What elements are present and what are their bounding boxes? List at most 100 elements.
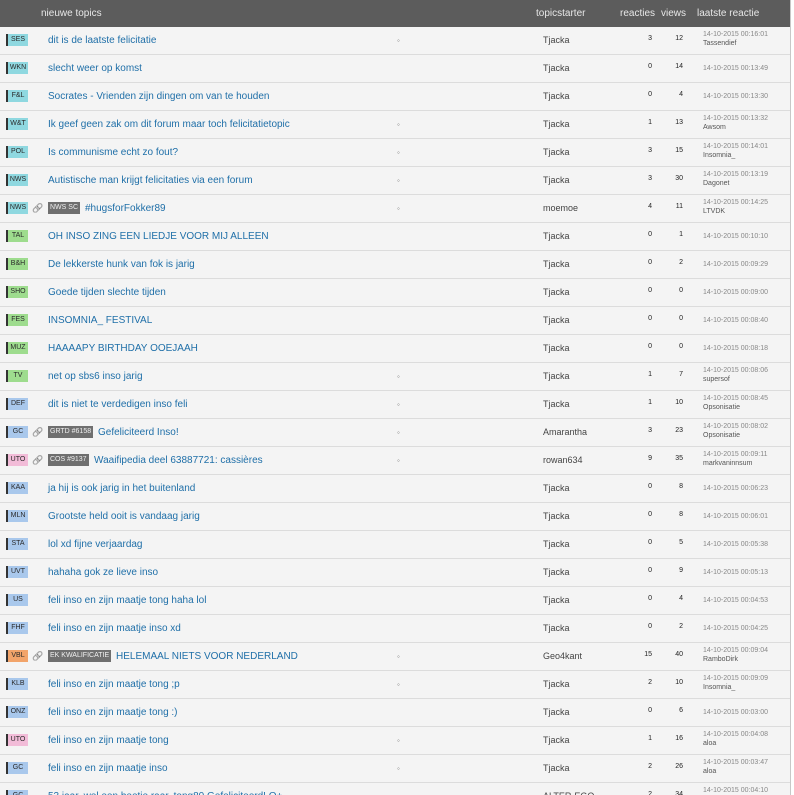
last-reply-time[interactable]: 14-10-2015 00:05:38 <box>703 540 768 549</box>
category-badge[interactable]: GC <box>6 762 28 774</box>
last-reply-time[interactable]: 14-10-2015 00:13:30 <box>703 92 768 101</box>
last-page-icon[interactable]: ◦ <box>397 734 400 747</box>
topic-starter-link[interactable]: Tjacka <box>543 398 570 411</box>
topic-starter-link[interactable]: Tjacka <box>543 510 570 523</box>
last-reply-time[interactable]: 14-10-2015 00:14:25 <box>703 198 768 207</box>
topic-starter-link[interactable]: Tjacka <box>543 146 570 159</box>
topic-starter-link[interactable]: Tjacka <box>543 734 570 747</box>
topic-starter-link[interactable]: Tjacka <box>543 594 570 607</box>
last-reply-time[interactable]: 14-10-2015 00:08:18 <box>703 344 768 353</box>
topic-title-link[interactable]: Grootste held ooit is vandaag jarig <box>48 510 200 523</box>
category-badge[interactable]: SES <box>6 34 28 46</box>
topic-row[interactable]: FHF feli inso en zijn maatje inso xd Tjack… <box>0 615 790 643</box>
last-reply-time[interactable]: 14-10-2015 00:04:25 <box>703 624 768 633</box>
topic-row[interactable]: W&T Ik geef geen zak om dit forum maar to… <box>0 111 790 139</box>
topic-title-link[interactable]: feli inso en zijn maatje inso <box>48 762 168 775</box>
topic-title-link[interactable]: INSOMNIA_ FESTIVAL <box>48 314 152 327</box>
category-badge[interactable]: VBL <box>6 650 28 662</box>
last-page-icon[interactable]: ◦ <box>397 174 400 187</box>
last-page-icon[interactable]: ◦ <box>397 762 400 775</box>
topic-starter-link[interactable]: Tjacka <box>543 34 570 47</box>
topic-title-link[interactable]: De lekkerste hunk van fok is jarig <box>48 258 195 271</box>
topic-starter-link[interactable]: Tjacka <box>543 230 570 243</box>
last-reply-time[interactable]: 14-10-2015 00:09:11 <box>703 450 767 459</box>
last-reply-time[interactable]: 14-10-2015 00:13:19 <box>703 170 768 179</box>
topic-starter-link[interactable]: Tjacka <box>543 566 570 579</box>
category-badge[interactable]: WKN <box>6 62 28 74</box>
category-badge[interactable]: GC <box>6 426 28 438</box>
last-page-icon[interactable]: ◦ <box>397 426 400 439</box>
last-page-icon[interactable]: ◦ <box>397 202 400 215</box>
last-page-icon[interactable]: ◦ <box>397 678 400 691</box>
category-badge[interactable]: KAA <box>6 482 28 494</box>
last-reply-time[interactable]: 14-10-2015 00:04:08 <box>703 730 768 739</box>
last-reply-user[interactable]: Opsonisatie <box>703 403 740 412</box>
topic-starter-link[interactable]: Tjacka <box>543 538 570 551</box>
topic-starter-link[interactable]: Tjacka <box>543 314 570 327</box>
last-page-icon[interactable]: ◦ <box>397 370 400 383</box>
last-reply-time[interactable]: 14-10-2015 00:09:09 <box>703 674 768 683</box>
topic-title-link[interactable]: feli inso en zijn maatje tong haha lol <box>48 594 206 607</box>
topic-starter-link[interactable]: Tjacka <box>543 286 570 299</box>
last-reply-time[interactable]: 14-10-2015 00:09:29 <box>703 260 768 269</box>
last-reply-time[interactable]: 14-10-2015 00:04:53 <box>703 596 768 605</box>
category-badge[interactable]: NWS <box>6 202 28 214</box>
topic-title-link[interactable]: feli inso en zijn maatje inso xd <box>48 622 181 635</box>
category-badge[interactable]: W&T <box>6 118 28 130</box>
topic-starter-link[interactable]: Tjacka <box>543 370 570 383</box>
topic-row[interactable]: UTO feli inso en zijn maatje tong ◦ Tjacka 1… <box>0 727 790 755</box>
topic-starter-link[interactable]: Tjacka <box>543 174 570 187</box>
last-reply-time[interactable]: 14-10-2015 00:08:06 <box>703 366 768 375</box>
last-reply-user[interactable]: Tassendief <box>703 39 736 48</box>
topic-title-link[interactable]: Goede tijden slechte tijden <box>48 286 166 299</box>
topic-tag[interactable]: NWS SC <box>48 202 80 214</box>
last-reply-time[interactable]: 14-10-2015 00:06:01 <box>703 512 768 521</box>
topic-tag[interactable]: COS #9137 <box>48 454 89 466</box>
last-reply-time[interactable]: 14-10-2015 00:13:32 <box>703 114 768 123</box>
last-reply-time[interactable]: 14-10-2015 00:09:04 <box>703 646 768 655</box>
category-badge[interactable]: GC <box>6 790 28 795</box>
category-badge[interactable]: UTO <box>6 454 28 466</box>
topic-starter-link[interactable]: Tjacka <box>543 678 570 691</box>
topic-row[interactable]: NWS Autistische man krijgt felicitaties v… <box>0 167 790 195</box>
topic-row[interactable]: STA lol xd fijne verjaardag Tjacka 0 5 14-10-… <box>0 531 790 559</box>
category-badge[interactable]: ONZ <box>6 706 28 718</box>
topic-starter-link[interactable]: Tjacka <box>543 118 570 131</box>
last-reply-time[interactable]: 14-10-2015 00:14:01 <box>703 142 768 151</box>
topic-row[interactable]: MLN Grootste held ooit is vandaag jarig Tj… <box>0 503 790 531</box>
category-badge[interactable]: F&L <box>6 90 28 102</box>
category-badge[interactable]: POL <box>6 146 28 158</box>
last-reply-user[interactable]: markvaninnsum <box>703 459 752 468</box>
last-reply-time[interactable]: 14-10-2015 00:08:02 <box>703 422 768 431</box>
topic-row[interactable]: GC 53 jaar, wel een beetje raar, tong80 G… <box>0 783 790 795</box>
category-badge[interactable]: B&H <box>6 258 28 270</box>
topic-row[interactable]: MUZ HAAAAPY BIRTHDAY OOEJAAH Tjacka 0 0 14-10… <box>0 335 790 363</box>
last-page-icon[interactable]: ◦ <box>397 398 400 411</box>
topic-row[interactable]: DEF dit is niet te verdedigen inso feli ◦ T… <box>0 391 790 419</box>
category-badge[interactable]: TAL <box>6 230 28 242</box>
last-page-icon[interactable]: ◦ <box>397 34 400 47</box>
last-reply-time[interactable]: 14-10-2015 00:06:23 <box>703 484 768 493</box>
topic-title-link[interactable]: HAAAAPY BIRTHDAY OOEJAAH <box>48 342 198 355</box>
topic-starter-link[interactable]: moemoe <box>543 202 578 215</box>
last-page-icon[interactable]: ◦ <box>397 118 400 131</box>
last-reply-user[interactable]: RamboDirk <box>703 655 738 664</box>
topic-title-link[interactable]: Waaifipedia deel 63887721: cassières <box>94 454 263 467</box>
topic-tag[interactable]: EK KWALIFICATIE <box>48 650 112 662</box>
last-reply-time[interactable]: 14-10-2015 00:13:49 <box>703 64 768 73</box>
topic-starter-link[interactable]: Tjacka <box>543 90 570 103</box>
topic-starter-link[interactable]: Tjacka <box>543 258 570 271</box>
category-badge[interactable]: STA <box>6 538 28 550</box>
last-reply-time[interactable]: 14-10-2015 00:04:10 <box>703 786 768 795</box>
last-reply-user[interactable]: Opsonisatie <box>703 431 740 440</box>
topic-starter-link[interactable]: Geo4kant <box>543 650 582 663</box>
last-page-icon[interactable]: ◦ <box>397 454 400 467</box>
topic-row[interactable]: US feli inso en zijn maatje tong haha lol… <box>0 587 790 615</box>
topic-title-link[interactable]: dit is de laatste felicitatie <box>48 34 156 47</box>
topic-starter-link[interactable]: Tjacka <box>543 342 570 355</box>
topic-row[interactable]: F&L Socrates - Vrienden zijn dingen om va… <box>0 83 790 111</box>
last-page-icon[interactable]: ◦ <box>397 650 400 663</box>
topic-row[interactable]: ONZ feli inso en zijn maatje tong :) Tjack… <box>0 699 790 727</box>
topic-starter-link[interactable]: rowan634 <box>543 454 583 467</box>
last-reply-user[interactable]: supersof <box>703 375 730 384</box>
